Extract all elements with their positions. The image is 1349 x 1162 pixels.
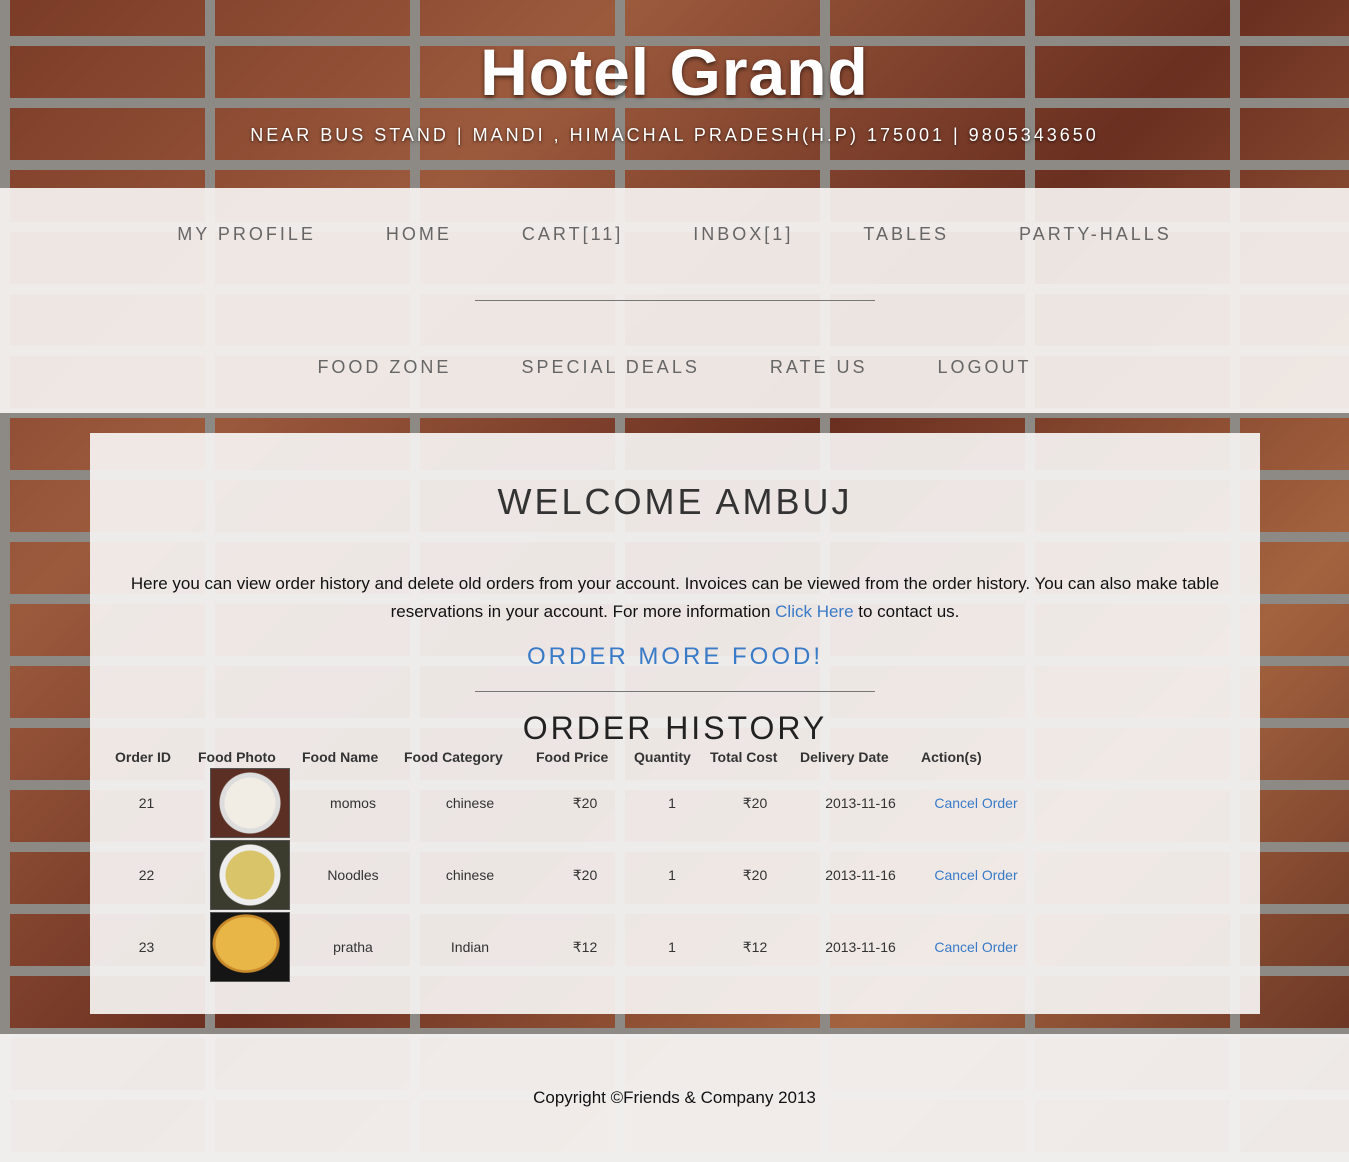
col-food-name: Food Name [302, 749, 379, 765]
food-name-cell: Noodles [327, 867, 379, 883]
order-history-heading: ORDER HISTORY [522, 710, 828, 746]
delivery-date-cell: 2013-11-16 [825, 867, 896, 883]
action-cell: Cancel Order [921, 839, 1031, 911]
quantity-cell: 1 [668, 939, 676, 955]
nav-food-zone[interactable]: FOOD ZONE [282, 357, 486, 378]
col-total-cost: Total Cost [710, 749, 778, 765]
food-price-cell: ₹20 [572, 866, 598, 883]
order-history-table: Order ID Food Photo Food Name Food Categ… [115, 747, 1031, 983]
nav-rate-us[interactable]: RATE US [735, 357, 903, 378]
intro-paragraph: Here you can view order history and dele… [112, 570, 1238, 626]
order-id-cell: 23 [138, 939, 155, 955]
order-id-cell: 21 [138, 795, 155, 811]
nav-divider [475, 300, 875, 301]
order-more-food-link[interactable]: ORDER MORE FOOD! [90, 643, 1260, 671]
col-actions: Action(s) [921, 749, 982, 765]
quantity-cell: 1 [668, 795, 676, 811]
food-category-cell: chinese [445, 867, 495, 883]
total-cost-cell: ₹20 [742, 794, 768, 811]
total-cost-cell: ₹12 [742, 938, 768, 955]
nav-row-2: FOOD ZONE SPECIAL DEALS RATE US LOGOUT [0, 357, 1349, 378]
food-price-cell: ₹12 [572, 938, 598, 955]
main-panel: WELCOME AMBUJ Here you can view order hi… [90, 433, 1260, 1014]
welcome-heading: WELCOME AMBUJ [497, 481, 853, 522]
copyright-text: Copyright ©Friends & Company 2013 [533, 1088, 816, 1107]
col-food-category: Food Category [404, 749, 503, 765]
cancel-order-link[interactable]: Cancel Order [934, 939, 1017, 955]
cancel-order-link[interactable]: Cancel Order [934, 795, 1017, 811]
order-id-cell: 22 [138, 867, 155, 883]
food-photo-cell [198, 767, 302, 839]
intro-text: Here you can view order history and dele… [130, 574, 1220, 621]
quantity-cell: 1 [668, 867, 676, 883]
section-divider [475, 691, 875, 692]
action-cell: Cancel Order [921, 767, 1031, 839]
noodles-photo [210, 840, 290, 910]
main-navigation: MY PROFILE HOME CART[11] INBOX[1] TABLES… [0, 188, 1349, 413]
hotel-address: NEAR BUS STAND | MANDI , HIMACHAL PRADES… [250, 125, 1099, 145]
col-food-photo: Food Photo [198, 749, 276, 765]
delivery-date-cell: 2013-11-16 [825, 939, 896, 955]
col-order-id: Order ID [115, 749, 172, 765]
nav-logout[interactable]: LOGOUT [903, 357, 1067, 378]
col-food-price: Food Price [536, 749, 609, 765]
site-footer: Copyright ©Friends & Company 2013 [0, 1034, 1349, 1162]
nav-inbox[interactable]: INBOX[1] [658, 224, 828, 245]
col-delivery-date: Delivery Date [800, 749, 889, 765]
nav-cart[interactable]: CART[11] [487, 224, 658, 245]
food-category-cell: Indian [450, 939, 490, 955]
nav-party-halls[interactable]: PARTY-HALLS [984, 224, 1207, 245]
food-price-cell: ₹20 [572, 794, 598, 811]
food-category-cell: chinese [445, 795, 495, 811]
nav-tables[interactable]: TABLES [828, 224, 984, 245]
food-name-cell: momos [330, 795, 376, 811]
food-name-cell: pratha [333, 939, 373, 955]
nav-my-profile[interactable]: MY PROFILE [142, 224, 351, 245]
intro-suffix: to contact us. [858, 602, 960, 621]
hotel-title: Hotel Grand [480, 35, 869, 109]
cancel-order-link[interactable]: Cancel Order [934, 867, 1017, 883]
table-header-row: Order ID Food Photo Food Name Food Categ… [115, 747, 1031, 767]
action-cell: Cancel Order [921, 911, 1031, 983]
delivery-date-cell: 2013-11-16 [825, 795, 896, 811]
contact-link[interactable]: Click Here [775, 602, 853, 621]
col-quantity: Quantity [634, 749, 691, 765]
nav-special-deals[interactable]: SPECIAL DEALS [486, 357, 734, 378]
total-cost-cell: ₹20 [742, 866, 768, 883]
site-header: Hotel Grand NEAR BUS STAND | MANDI , HIM… [0, 0, 1349, 188]
nav-home[interactable]: HOME [351, 224, 487, 245]
pratha-photo [210, 912, 290, 982]
table-row: 21 momos chinese ₹20 1 ₹20 2013-11-16 Ca… [115, 767, 1031, 839]
food-photo-cell [198, 911, 302, 983]
food-photo-cell [198, 839, 302, 911]
nav-row-1: MY PROFILE HOME CART[11] INBOX[1] TABLES… [0, 224, 1349, 245]
momos-photo [210, 768, 290, 838]
table-row: 22 Noodles chinese ₹20 1 ₹20 2013-11-16 … [115, 839, 1031, 911]
table-row: 23 pratha Indian ₹12 1 ₹12 2013-11-16 Ca… [115, 911, 1031, 983]
